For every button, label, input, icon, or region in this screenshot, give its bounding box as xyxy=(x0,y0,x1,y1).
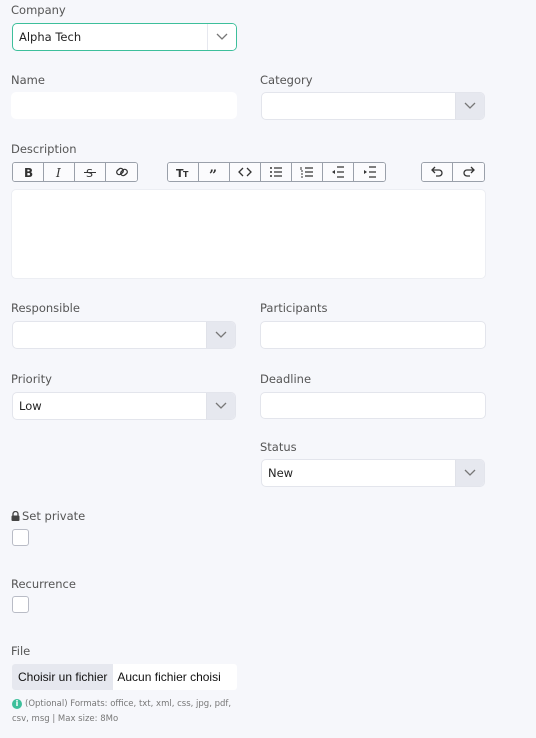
set-private-label: Set private xyxy=(11,509,85,523)
participants-input[interactable] xyxy=(260,321,486,349)
company-value: Alpha Tech xyxy=(19,30,82,44)
bold-icon[interactable]: B xyxy=(13,163,44,181)
category-label: Category xyxy=(260,73,313,87)
format-toolbar-group: B I S xyxy=(12,162,138,182)
quote-icon[interactable]: ” xyxy=(199,163,230,181)
chevron-down-icon xyxy=(206,322,235,348)
file-help: i (Optional) Formats: office, txt, xml, c… xyxy=(12,697,252,727)
name-label: Name xyxy=(11,73,45,87)
status-label: Status xyxy=(260,440,297,454)
italic-icon[interactable]: I xyxy=(44,163,75,181)
svg-text:”: ” xyxy=(209,168,217,178)
outdent-icon[interactable] xyxy=(323,163,354,181)
lock-icon xyxy=(11,511,20,521)
history-toolbar-group xyxy=(421,162,485,182)
priority-select[interactable]: Low xyxy=(12,392,236,420)
description-label: Description xyxy=(11,142,77,156)
chevron-down-icon xyxy=(206,393,235,419)
file-help-line1: (Optional) Formats: office, txt, xml, cs… xyxy=(25,699,232,709)
priority-label: Priority xyxy=(11,372,52,386)
responsible-select[interactable] xyxy=(12,321,236,349)
set-private-text: Set private xyxy=(22,509,86,523)
deadline-label: Deadline xyxy=(260,372,312,386)
deadline-input[interactable] xyxy=(260,392,486,419)
recurrence-label: Recurrence xyxy=(11,577,76,591)
bullet-list-icon[interactable] xyxy=(261,163,292,181)
name-input[interactable] xyxy=(11,92,237,119)
link-icon[interactable] xyxy=(106,163,137,181)
status-select[interactable]: New xyxy=(261,459,485,487)
company-select[interactable]: Alpha Tech xyxy=(12,23,237,51)
undo-icon[interactable] xyxy=(422,163,453,181)
company-label: Company xyxy=(11,3,66,17)
svg-text:B: B xyxy=(24,166,33,178)
file-label: File xyxy=(11,644,31,658)
file-help-line2: csv, msg | Max size: 8Mo xyxy=(12,714,119,724)
set-private-checkbox[interactable] xyxy=(12,529,29,546)
priority-value: Low xyxy=(19,399,42,413)
chevron-down-icon xyxy=(455,93,484,119)
chevron-down-icon xyxy=(455,460,484,486)
file-name-text: Aucun fichier choisi xyxy=(117,670,221,684)
participants-label: Participants xyxy=(260,301,328,315)
file-input[interactable]: Choisir un fichier Aucun fichier choisi xyxy=(12,664,237,690)
text-size-icon[interactable]: TT xyxy=(168,163,199,181)
description-editor[interactable] xyxy=(11,189,486,279)
svg-text:I: I xyxy=(55,166,61,178)
recurrence-checkbox[interactable] xyxy=(12,596,29,613)
status-value: New xyxy=(268,466,294,480)
code-icon[interactable] xyxy=(230,163,261,181)
responsible-label: Responsible xyxy=(11,301,80,315)
chevron-down-icon xyxy=(207,24,236,50)
category-select[interactable] xyxy=(261,92,485,120)
redo-icon[interactable] xyxy=(453,163,484,181)
strikethrough-icon[interactable]: S xyxy=(75,163,106,181)
svg-text:T: T xyxy=(183,170,189,178)
block-toolbar-group: TT ” xyxy=(167,162,386,182)
choose-file-button[interactable]: Choisir un fichier xyxy=(12,664,114,690)
indent-icon[interactable] xyxy=(354,163,385,181)
numbered-list-icon[interactable] xyxy=(292,163,323,181)
info-icon: i xyxy=(12,698,22,709)
